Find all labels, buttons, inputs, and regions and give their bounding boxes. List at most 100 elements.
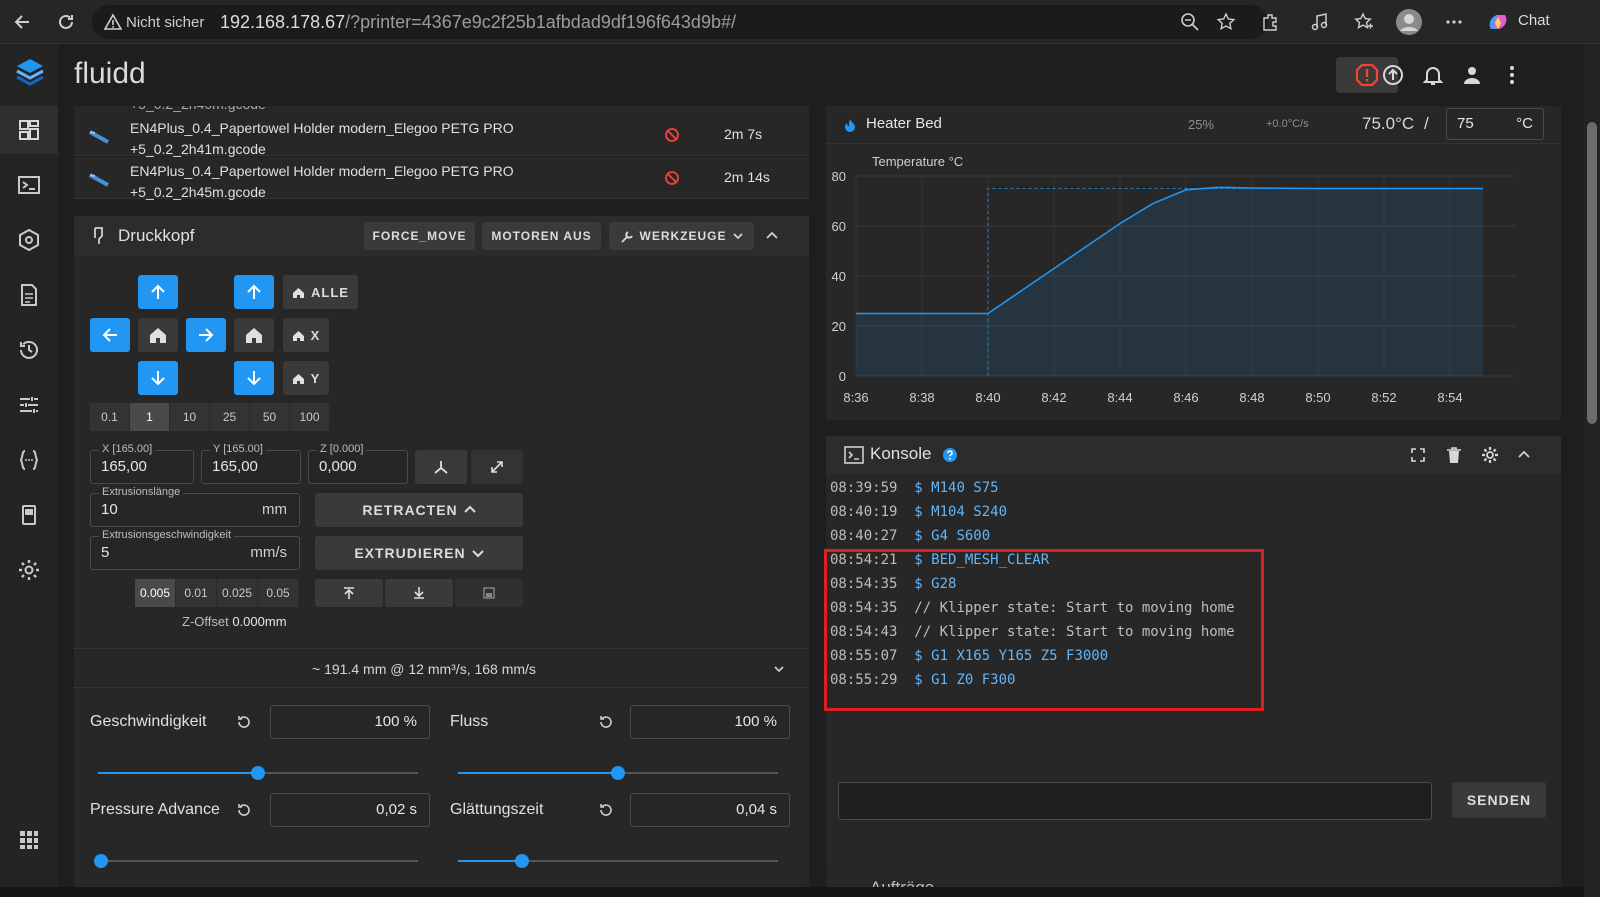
chevron-down-icon xyxy=(471,550,484,558)
apps-grid-icon[interactable] xyxy=(17,828,41,852)
scrollbar-thumb[interactable] xyxy=(1587,122,1597,424)
reset-icon[interactable] xyxy=(236,714,252,730)
x-position-field[interactable]: X [165.00] 165,00 xyxy=(90,443,194,484)
url-text[interactable]: 192.168.178.67/?printer=4367e9c2f25b1afb… xyxy=(220,12,736,33)
home-x-button[interactable]: X xyxy=(283,318,329,352)
tools-menu-button[interactable]: WERKZEUGE xyxy=(609,222,754,250)
jog-z-plus-button[interactable] xyxy=(234,275,274,309)
reset-icon[interactable] xyxy=(598,802,614,818)
list-item[interactable]: EN4Plus_0.4_Papertowel Holder modern_Ele… xyxy=(74,114,809,157)
pressure-advance-slider[interactable] xyxy=(94,854,418,868)
home-z-button[interactable] xyxy=(234,318,274,352)
step-option-selected[interactable]: 1 xyxy=(130,403,170,431)
reset-icon[interactable] xyxy=(598,714,614,730)
collapse-chevron-icon[interactable] xyxy=(766,230,778,242)
delete-icon[interactable] xyxy=(1446,446,1462,464)
jog-y-plus-button[interactable] xyxy=(138,275,178,309)
home-xy-button[interactable] xyxy=(138,318,178,352)
flow-label: Fluss xyxy=(450,713,489,730)
extrusion-speed-field[interactable]: Extrusionsgeschwindigkeit 5 mm/s xyxy=(90,529,300,570)
smoothing-time-slider-knob[interactable] xyxy=(515,854,529,868)
z-offset-down-button[interactable] xyxy=(385,579,453,607)
speed-slider[interactable] xyxy=(98,766,418,780)
fluidd-logo-icon[interactable] xyxy=(14,56,46,88)
speed-slider-knob[interactable] xyxy=(251,766,265,780)
address-bar[interactable]: Nicht sicher 192.168.178.67/?printer=436… xyxy=(92,5,1268,39)
system-icon[interactable] xyxy=(17,503,41,527)
step-option[interactable]: 25 xyxy=(210,403,250,431)
expand-chevron-icon[interactable] xyxy=(774,664,784,674)
home-y-button[interactable]: Y xyxy=(283,361,329,395)
step-option[interactable]: 100 xyxy=(290,403,330,431)
fullscreen-icon[interactable] xyxy=(1410,447,1426,463)
smoothing-time-slider[interactable] xyxy=(458,854,778,868)
heater-target-input[interactable]: 75 °C xyxy=(1446,108,1544,140)
z-step-option[interactable]: 0.05 xyxy=(258,579,299,607)
z-step-option-selected[interactable]: 0.005 xyxy=(135,579,176,607)
flow-slider-knob[interactable] xyxy=(611,766,625,780)
star-icon[interactable] xyxy=(1212,8,1240,36)
extrusion-length-field[interactable]: Extrusionslänge 10 mm xyxy=(90,486,300,527)
z-step-option[interactable]: 0.01 xyxy=(176,579,217,607)
tune-icon[interactable] xyxy=(17,393,41,417)
step-size-selector: 0.1 1 10 25 50 100 xyxy=(90,403,330,431)
motors-off-button[interactable]: MOTOREN AUS xyxy=(482,222,601,250)
retract-button[interactable]: RETRACTEN xyxy=(315,493,523,527)
notifications-icon[interactable] xyxy=(1421,63,1445,87)
send-button[interactable]: SENDEN xyxy=(1452,782,1546,818)
console-input[interactable] xyxy=(838,782,1432,820)
favorites-icon[interactable] xyxy=(1350,8,1378,36)
more-icon[interactable] xyxy=(1440,8,1468,36)
step-option[interactable]: 0.1 xyxy=(90,403,130,431)
job-filename: EN4Plus_0.4_Papertowel Holder modern_Ele… xyxy=(130,120,514,157)
flow-input[interactable]: 100 % xyxy=(630,705,790,739)
chat-label[interactable]: Chat xyxy=(1518,12,1550,29)
home-icon xyxy=(246,328,262,343)
absolute-move-toggle[interactable] xyxy=(471,450,523,484)
home-all-button[interactable]: ALLE xyxy=(283,275,358,309)
jog-x-plus-button[interactable] xyxy=(186,318,226,352)
reload-icon[interactable] xyxy=(52,8,80,36)
dashboard-icon[interactable] xyxy=(17,118,41,142)
profile-avatar[interactable] xyxy=(1394,7,1424,37)
z-offset-save-button[interactable] xyxy=(455,579,523,607)
relative-move-toggle[interactable] xyxy=(415,450,467,484)
step-option[interactable]: 10 xyxy=(170,403,210,431)
upload-print-icon[interactable] xyxy=(1381,63,1405,87)
z-offset-up-button[interactable] xyxy=(315,579,383,607)
copilot-icon[interactable] xyxy=(1484,8,1512,36)
pressure-advance-input[interactable]: 0,02 s xyxy=(270,793,430,827)
collapse-chevron-icon[interactable] xyxy=(1518,449,1530,461)
page-scrollbar[interactable] xyxy=(1584,44,1600,897)
extensions-icon[interactable] xyxy=(1256,8,1284,36)
jog-x-minus-button[interactable] xyxy=(90,318,130,352)
z-step-option[interactable]: 0.025 xyxy=(217,579,258,607)
smoothing-time-input[interactable]: 0,04 s xyxy=(630,793,790,827)
step-option[interactable]: 50 xyxy=(250,403,290,431)
gear-icon[interactable] xyxy=(1481,446,1499,464)
console-icon[interactable] xyxy=(17,173,41,197)
jog-y-minus-button[interactable] xyxy=(138,361,178,395)
history-icon[interactable] xyxy=(17,338,41,362)
reset-icon[interactable] xyxy=(236,802,252,818)
jobs-icon[interactable] xyxy=(17,283,41,307)
list-item[interactable]: EN4Plus_0.4_Papertowel Holder modern_Ele… xyxy=(74,157,809,200)
extrusion-summary-row[interactable]: ~ 191.4 mm @ 12 mm³/s, 168 mm/s xyxy=(74,648,809,688)
zoom-icon[interactable] xyxy=(1176,8,1204,36)
extrude-button[interactable]: EXTRUDIEREN xyxy=(315,536,523,570)
y-position-field[interactable]: Y [165.00] 165,00 xyxy=(201,443,301,484)
flow-slider[interactable] xyxy=(458,766,778,780)
app-menu-icon[interactable] xyxy=(1500,63,1524,87)
help-icon[interactable] xyxy=(942,447,958,463)
camera-icon[interactable] xyxy=(17,228,41,252)
media-icon[interactable] xyxy=(1306,8,1334,36)
force-move-button[interactable]: FORCE_MOVE xyxy=(364,222,475,250)
settings-icon[interactable] xyxy=(17,558,41,582)
speed-input[interactable]: 100 % xyxy=(270,705,430,739)
jog-z-minus-button[interactable] xyxy=(234,361,274,395)
back-icon[interactable] xyxy=(8,8,36,36)
config-icon[interactable] xyxy=(17,448,41,472)
user-icon[interactable] xyxy=(1460,63,1484,87)
z-position-field[interactable]: Z [0.000] 0,000 xyxy=(308,443,408,484)
pressure-advance-slider-knob[interactable] xyxy=(94,854,109,868)
